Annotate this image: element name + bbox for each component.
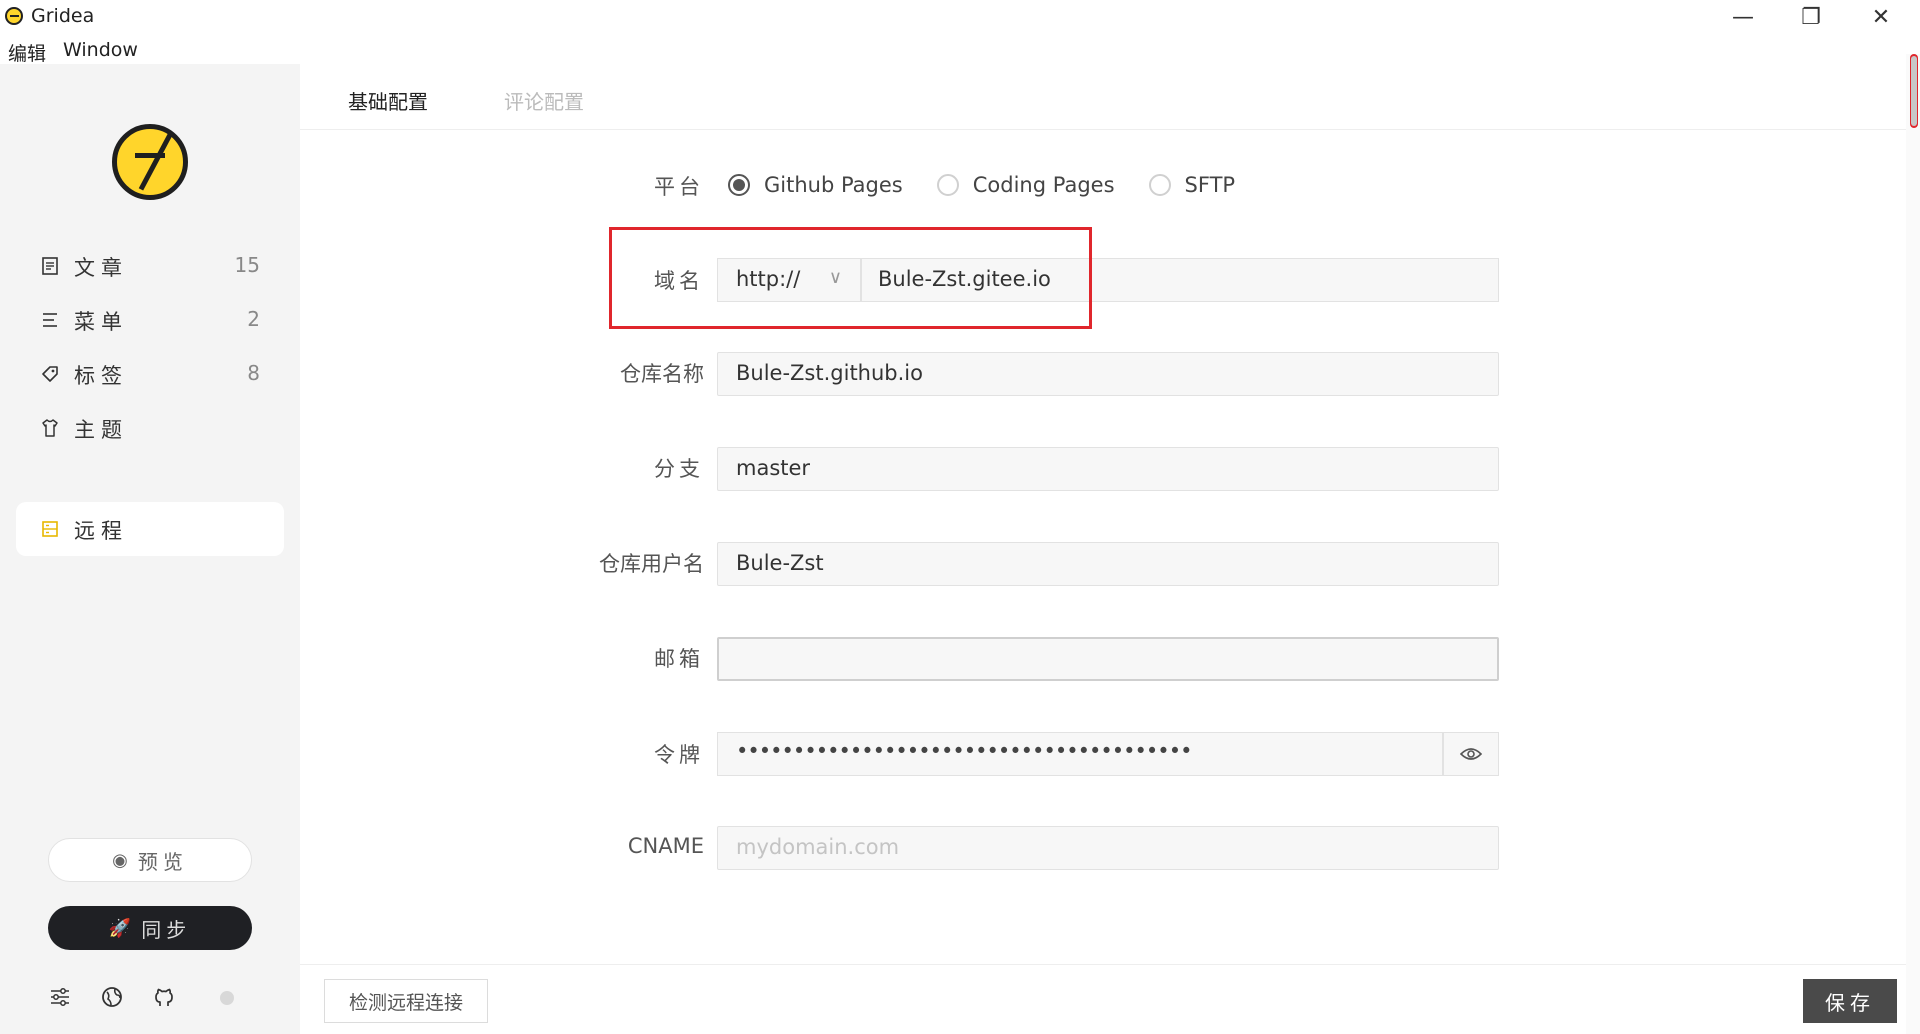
radio-label: Github Pages (764, 173, 903, 197)
shirt-icon (42, 419, 58, 437)
server-icon (42, 521, 58, 537)
menu-icon (43, 313, 57, 327)
gridea-app-icon (5, 7, 23, 25)
gridea-logo (112, 124, 188, 200)
repo-user-input[interactable]: Bule-Zst (717, 542, 1499, 586)
rocket-icon: 🚀 (108, 917, 132, 939)
tab-comment-config[interactable]: 评论配置 (504, 86, 584, 115)
globe-icon[interactable] (100, 985, 124, 1009)
branch-input[interactable]: master (717, 447, 1499, 491)
sidebar-item-label: 主题 (74, 418, 128, 442)
radio-unchecked-icon (936, 174, 959, 196)
token-label: 令牌 (654, 743, 704, 767)
preview-button[interactable]: ◉ 预览 (48, 838, 252, 882)
radio-label: Coding Pages (972, 173, 1115, 197)
repo-name-input[interactable]: Bule-Zst.github.io (717, 352, 1499, 396)
radio-github-pages[interactable]: Github Pages (728, 173, 903, 197)
sidebar-item-label: 菜单 (74, 310, 128, 334)
email-input[interactable] (717, 637, 1499, 681)
sidebar-item-articles[interactable]: 文章 15 (16, 239, 284, 293)
status-dot (220, 991, 234, 1005)
email-label: 邮箱 (654, 647, 704, 671)
save-button[interactable]: 保存 (1803, 979, 1897, 1023)
sidebar-item-count: 15 (234, 253, 260, 277)
tag-icon (42, 366, 58, 382)
radio-coding-pages[interactable]: Coding Pages (936, 173, 1115, 197)
sidebar: 文章 15 菜单 2 标签 8 主题 远程 ◉ 预览 🚀 同步 (0, 64, 300, 1034)
platform-radio-group: Github Pages Coding Pages SFTP (728, 168, 1269, 202)
show-token-eye-icon[interactable] (1443, 732, 1499, 776)
sidebar-item-count: 2 (247, 307, 260, 331)
sidebar-item-menu[interactable]: 菜单 2 (16, 293, 284, 347)
sidebar-item-remote[interactable]: 远程 (16, 502, 284, 556)
settings-sliders-icon[interactable] (48, 985, 72, 1009)
highlight-annotation-box (609, 227, 1092, 329)
sidebar-item-theme[interactable]: 主题 (16, 401, 284, 455)
menu-bar: 编辑 Window (0, 34, 300, 66)
config-tabs: 基础配置 评论配置 (300, 64, 1906, 130)
platform-label: 平台 (654, 175, 704, 199)
minimize-button[interactable]: — (1718, 2, 1768, 32)
eye-icon: ◉ (112, 849, 128, 871)
tab-basic-config[interactable]: 基础配置 (348, 86, 428, 115)
scrollbar-thumb[interactable] (1910, 54, 1918, 128)
scrollbar[interactable] (1906, 54, 1920, 1034)
close-button[interactable]: ✕ (1856, 2, 1906, 32)
radio-label: SFTP (1184, 173, 1236, 197)
radio-checked-icon (728, 174, 750, 196)
title-bar: Gridea — ❐ ✕ (0, 0, 1920, 34)
maximize-button[interactable]: ❐ (1786, 2, 1836, 32)
preview-label: 预览 (137, 849, 188, 874)
sync-button[interactable]: 🚀 同步 (48, 906, 252, 950)
menu-window[interactable]: Window (63, 39, 138, 61)
sidebar-item-label: 文章 (74, 256, 128, 280)
repo-user-label: 仓库用户名 (599, 552, 704, 576)
app-title: Gridea (31, 5, 95, 27)
repo-name-label: 仓库名称 (620, 362, 704, 386)
cname-input[interactable]: mydomain.com (717, 826, 1499, 870)
radio-unchecked-icon (1148, 174, 1171, 196)
cname-label: CNAME (627, 834, 704, 858)
radio-sftp[interactable]: SFTP (1148, 173, 1236, 197)
sidebar-item-label: 标签 (74, 364, 128, 388)
branch-label: 分支 (654, 457, 704, 481)
sidebar-item-count: 8 (247, 361, 260, 385)
bottom-bar (300, 964, 1906, 1034)
sidebar-item-label: 远程 (74, 519, 128, 543)
document-icon (42, 257, 58, 275)
menu-edit[interactable]: 编辑 (8, 39, 46, 66)
token-input[interactable]: •••••••••••••••••••••••••••••••••••••••• (717, 732, 1443, 776)
check-remote-connection-button[interactable]: 检测远程连接 (324, 979, 488, 1023)
sidebar-item-tags[interactable]: 标签 8 (16, 347, 284, 401)
sync-label: 同步 (141, 917, 192, 942)
github-icon[interactable] (152, 985, 176, 1009)
